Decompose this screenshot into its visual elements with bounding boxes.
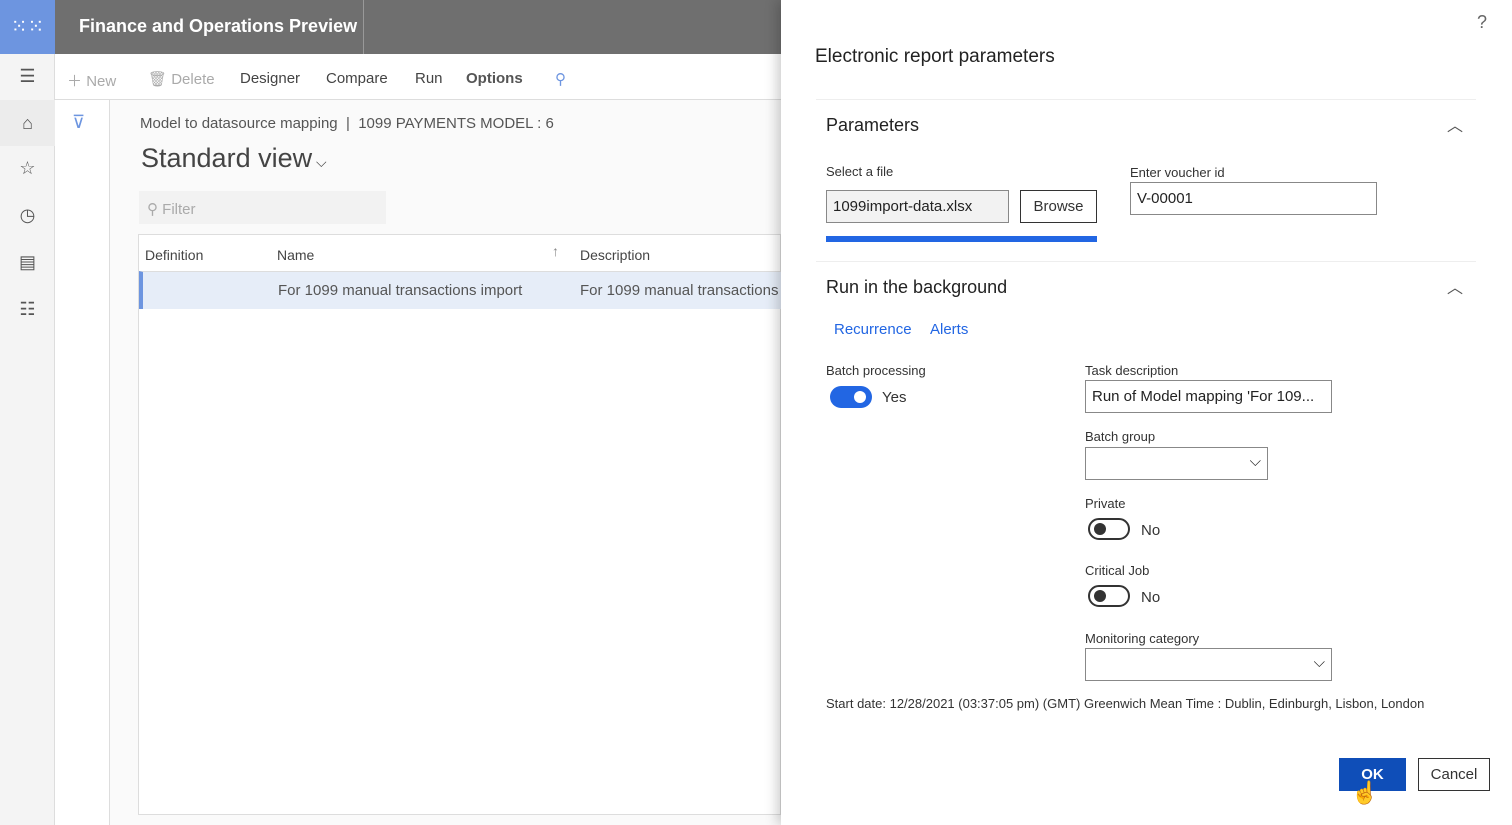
parameters-section-header[interactable]: Parameters	[826, 115, 919, 136]
batch-processing-label: Batch processing	[826, 363, 926, 378]
view-selector[interactable]: Standard view ⌵	[141, 143, 327, 174]
chevron-up-icon[interactable]: ︿	[1447, 274, 1463, 298]
table-row[interactable]: For 1099 manual transactions import For …	[139, 271, 782, 309]
chevron-up-icon[interactable]: ︿	[1447, 112, 1463, 136]
filter-input[interactable]: ⚲ Filter	[139, 191, 386, 224]
background-section-header[interactable]: Run in the background	[826, 277, 1007, 298]
voucher-input[interactable]: V-00001	[1130, 182, 1377, 215]
start-date-text: Start date: 12/28/2021 (03:37:05 pm) (GM…	[826, 696, 1424, 711]
hand-cursor-icon: ☝	[1351, 780, 1378, 806]
delete-label: Delete	[171, 71, 214, 88]
electronic-report-parameters-dialog: ? Electronic report parameters Parameter…	[781, 0, 1512, 825]
action-pane: ＋ New 🗑 Delete Designer Compare Run Opti…	[55, 54, 781, 100]
cell-name: For 1099 manual transactions import	[278, 282, 522, 299]
file-input[interactable]: 1099import-data.xlsx	[826, 190, 1009, 223]
chevron-down-icon: ⌵	[312, 154, 327, 170]
compare-button[interactable]: Compare	[326, 70, 388, 87]
options-tab[interactable]: Options	[466, 70, 523, 87]
critical-job-label: Critical Job	[1085, 563, 1149, 578]
new-label: New	[86, 73, 116, 90]
help-icon[interactable]: ?	[1477, 12, 1487, 33]
batch-group-select[interactable]: ⌵	[1085, 447, 1268, 480]
filter-icon[interactable]: ⊽	[72, 112, 85, 133]
page-title: Standard view	[141, 143, 312, 173]
delete-button[interactable]: 🗑 Delete	[148, 70, 215, 88]
private-label: Private	[1085, 496, 1125, 511]
critical-job-value: No	[1141, 589, 1160, 606]
divider	[363, 0, 364, 54]
file-label: Select a file	[826, 164, 893, 179]
cancel-button[interactable]: Cancel	[1418, 758, 1490, 791]
private-value: No	[1141, 522, 1160, 539]
divider	[816, 99, 1476, 100]
clock-icon[interactable]: ◷	[0, 205, 55, 226]
task-description-input[interactable]: Run of Model mapping 'For 109...	[1085, 380, 1332, 413]
column-header-description[interactable]: Description	[580, 247, 650, 263]
app-title: Finance and Operations Preview	[79, 16, 357, 37]
column-header-name[interactable]: Name	[277, 247, 314, 263]
run-button[interactable]: Run	[415, 70, 443, 87]
data-grid: Definition Name ↑ Description For 1099 m…	[138, 234, 781, 815]
batch-group-label: Batch group	[1085, 429, 1155, 444]
dialog-title: Electronic report parameters	[815, 46, 1055, 68]
filter-placeholder: Filter	[162, 201, 195, 218]
voucher-label: Enter voucher id	[1130, 165, 1225, 180]
list-icon[interactable]: ☷	[0, 299, 55, 320]
filter-pane: ⊽	[55, 100, 110, 825]
batch-processing-value: Yes	[882, 389, 906, 406]
divider	[816, 261, 1476, 262]
workspace-icon[interactable]: ▤	[0, 252, 55, 273]
monitoring-category-label: Monitoring category	[1085, 631, 1199, 646]
plus-icon: ＋	[67, 73, 82, 90]
star-icon[interactable]: ☆	[0, 158, 55, 179]
new-button[interactable]: ＋ New	[67, 70, 116, 91]
recurrence-link[interactable]: Recurrence	[834, 321, 912, 338]
upload-progress-bar	[826, 236, 1097, 242]
alerts-link[interactable]: Alerts	[930, 321, 968, 338]
designer-button[interactable]: Designer	[240, 70, 300, 87]
monitoring-category-select[interactable]: ⌵	[1085, 648, 1332, 681]
home-icon[interactable]: ⌂	[0, 100, 55, 146]
chevron-down-icon: ⌵	[1250, 453, 1261, 470]
browse-button[interactable]: Browse	[1020, 190, 1097, 223]
breadcrumb: Model to datasource mapping | 1099 PAYME…	[140, 115, 554, 132]
hamburger-icon[interactable]: ☰	[0, 66, 55, 87]
left-nav: ☰ ⌂ ☆ ◷ ▤ ☷	[0, 54, 55, 825]
trash-icon: 🗑	[148, 71, 167, 88]
app-launcher-icon[interactable]: ⁙⁙	[0, 0, 55, 54]
sort-ascending-icon: ↑	[552, 243, 559, 259]
critical-job-toggle[interactable]	[1088, 585, 1130, 607]
chevron-down-icon: ⌵	[1314, 654, 1325, 671]
task-description-label: Task description	[1085, 363, 1178, 378]
search-icon[interactable]: ⚲	[555, 70, 566, 88]
column-header-definition[interactable]: Definition	[145, 247, 203, 263]
private-toggle[interactable]	[1088, 518, 1130, 540]
batch-processing-toggle[interactable]	[830, 386, 872, 408]
